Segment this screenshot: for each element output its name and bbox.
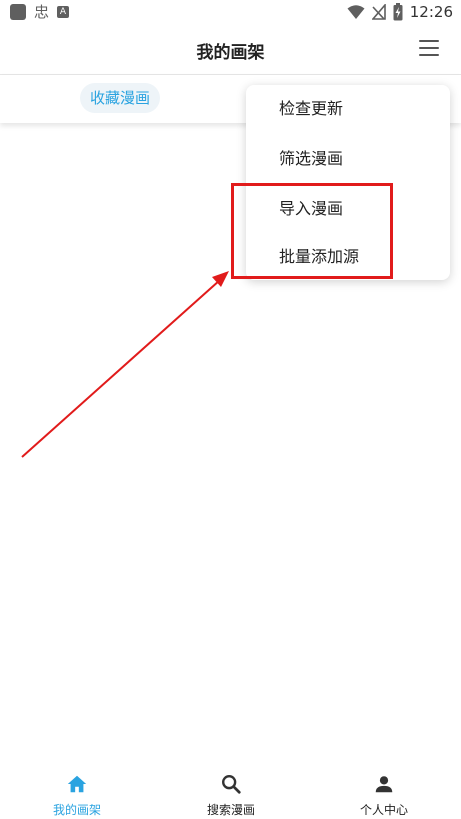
page-title: 我的画架 (196, 43, 265, 63)
nav-label-my-shelf: 我的画架 (52, 803, 101, 817)
menu-item-filter-comics[interactable]: 筛选漫画 (279, 147, 343, 171)
person-icon (375, 776, 393, 793)
hamburger-icon (419, 40, 439, 42)
chinese-glyph-icon: 忠 (34, 3, 50, 21)
battery-charging-icon (393, 3, 403, 21)
nav-label-search: 搜索漫画 (206, 803, 255, 817)
a-letter-icon: A (57, 6, 70, 18)
status-bar: 忠 A 12:26 (0, 0, 461, 26)
no-signal-icon (371, 4, 386, 20)
home-icon (67, 775, 87, 793)
annotation-highlight-box (231, 183, 393, 279)
wifi-icon (347, 5, 365, 19)
status-time: 12:26 (409, 3, 453, 21)
top-app-bar: 我的画架 (0, 26, 461, 75)
nav-label-profile: 个人中心 (359, 803, 408, 817)
menu-item-check-update[interactable]: 检查更新 (279, 97, 343, 121)
nav-item-profile[interactable]: 个人中心 (334, 763, 434, 818)
hamburger-menu-button[interactable] (419, 40, 439, 56)
nav-item-search[interactable]: 搜索漫画 (181, 763, 281, 818)
bottom-navigation: 我的画架 搜索漫画 个人中心 (0, 763, 461, 819)
nav-item-my-shelf[interactable]: 我的画架 (27, 763, 127, 818)
status-right-icons: 12:26 (347, 3, 453, 21)
tab-favorites[interactable]: 收藏漫画 (80, 83, 161, 113)
app-square-icon (10, 4, 26, 20)
search-icon (222, 775, 241, 794)
status-left-icons: 忠 A (10, 3, 70, 21)
